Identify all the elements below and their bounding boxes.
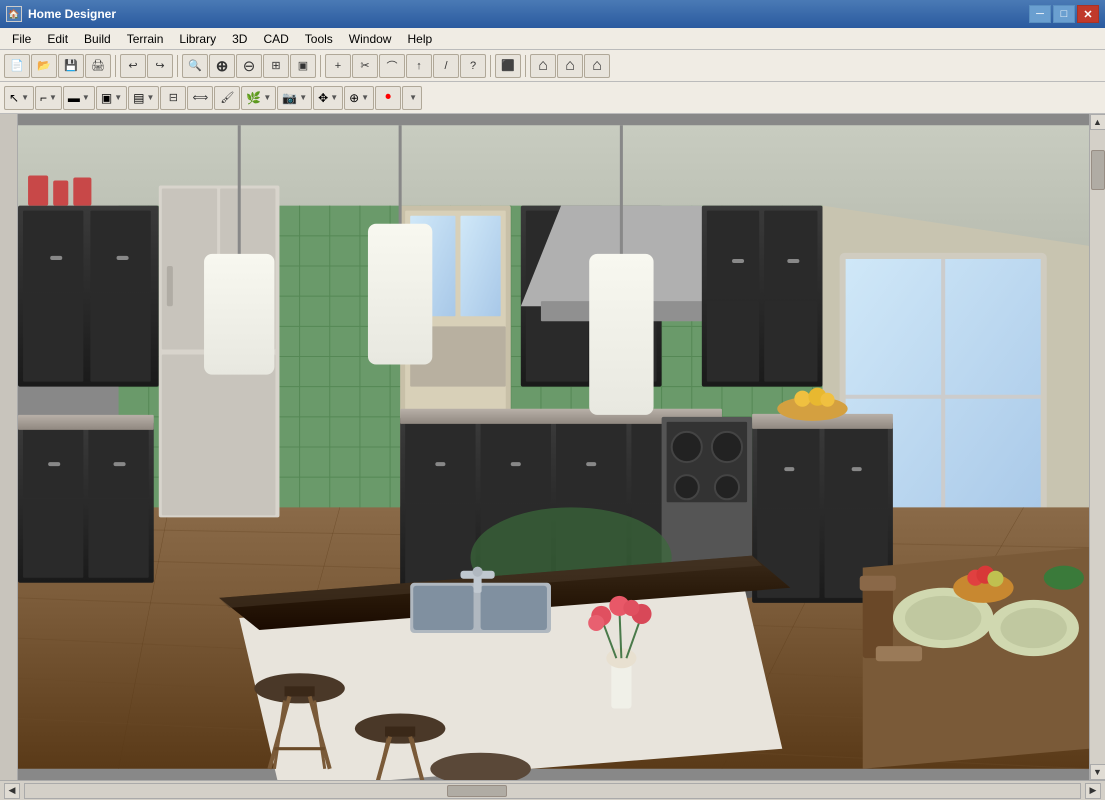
record-dropdown[interactable]: ▼ <box>402 86 422 110</box>
move-dropdown[interactable]: ✥ ▼ <box>313 86 343 110</box>
stair-button[interactable]: ⊟ <box>160 86 186 110</box>
sep3 <box>320 55 321 77</box>
title-bar-controls: ─ □ ✕ <box>1029 5 1099 23</box>
save-button[interactable]: 💾 <box>58 54 84 78</box>
menu-item-tools[interactable]: Tools <box>297 30 341 48</box>
kitchen-view <box>18 114 1089 780</box>
redo-button[interactable]: ↪ <box>147 54 173 78</box>
break-button[interactable]: ✂ <box>352 54 378 78</box>
sep2 <box>177 55 178 77</box>
help-button[interactable]: ? <box>460 54 486 78</box>
import-button[interactable]: ⬛ <box>495 54 521 78</box>
title-bar-left: 🏠 Home Designer <box>6 6 116 22</box>
add-point-button[interactable]: + <box>325 54 351 78</box>
measure-button[interactable]: / <box>433 54 459 78</box>
hscroll-left-button[interactable]: ◀ <box>4 783 20 799</box>
camera-icon: 📷 <box>282 91 297 105</box>
camera-dropdown[interactable]: 📷 ▼ <box>277 86 312 110</box>
zoom-small-button[interactable]: 🔍 <box>182 54 208 78</box>
move-icon: ✥ <box>318 91 328 105</box>
zoom-out-button[interactable]: ⊖ <box>236 54 262 78</box>
select-dropdown[interactable]: ↖ ▼ <box>4 86 34 110</box>
title-bar: 🏠 Home Designer ─ □ ✕ <box>0 0 1105 28</box>
fillet-button[interactable]: ⌒ <box>379 54 405 78</box>
polyline-icon: ⌐ <box>40 91 47 105</box>
plant-arrow: ▼ <box>263 93 271 102</box>
dimension-button[interactable]: ⟺ <box>187 86 213 110</box>
move-arrow: ▼ <box>330 93 338 102</box>
house3-button[interactable]: ⌂ <box>584 54 610 78</box>
scroll-down-button[interactable]: ▼ <box>1090 764 1105 780</box>
select-icon: ↖ <box>9 91 19 105</box>
hscroll-thumb[interactable] <box>447 785 507 797</box>
sep5 <box>525 55 526 77</box>
cabinet-arrow: ▼ <box>146 93 154 102</box>
select-arrow: ▼ <box>21 93 29 102</box>
menu-item-window[interactable]: Window <box>341 30 400 48</box>
new-button[interactable]: 📄 <box>4 54 30 78</box>
door-arrow: ▼ <box>114 93 122 102</box>
left-ruler <box>0 114 18 780</box>
open-button[interactable]: 📂 <box>31 54 57 78</box>
vertical-scrollbar: ▲ ▼ <box>1089 114 1105 780</box>
menu-item-cad[interactable]: CAD <box>255 30 296 48</box>
scroll-up-button[interactable]: ▲ <box>1090 114 1105 130</box>
app-icon: 🏠 <box>6 6 22 22</box>
camera-arrow: ▼ <box>299 93 307 102</box>
close-button[interactable]: ✕ <box>1077 5 1099 23</box>
scroll-thumb[interactable] <box>1091 150 1105 190</box>
record-arrow: ▼ <box>409 93 417 102</box>
toolbar-row2: ↖ ▼ ⌐ ▼ ▬ ▼ ▣ ▼ ▤ ▼ ⊟ ⟺ 🖌 🌿 ▼ 📷 ▼ ✥ ▼ ⊕ … <box>0 82 1105 114</box>
zoom-in-button[interactable]: ⊕ <box>209 54 235 78</box>
sep1 <box>115 55 116 77</box>
polyline-arrow: ▼ <box>49 93 57 102</box>
paint-button[interactable]: 🖌 <box>214 86 240 110</box>
scroll-track[interactable] <box>1090 130 1105 764</box>
wall-dropdown[interactable]: ▬ ▼ <box>63 86 95 110</box>
cabinet-icon: ▤ <box>133 91 144 105</box>
menu-bar: FileEditBuildTerrainLibrary3DCADToolsWin… <box>0 28 1105 50</box>
transform-arrow: ▼ <box>361 93 369 102</box>
cabinet-dropdown[interactable]: ▤ ▼ <box>128 86 159 110</box>
maximize-button[interactable]: □ <box>1053 5 1075 23</box>
door-dropdown[interactable]: ▣ ▼ <box>96 86 127 110</box>
door-icon: ▣ <box>101 91 112 105</box>
menu-item-terrain[interactable]: Terrain <box>119 30 172 48</box>
sep4 <box>490 55 491 77</box>
print-button[interactable]: 🖨 <box>85 54 111 78</box>
arrow-button[interactable]: ↑ <box>406 54 432 78</box>
canvas-area[interactable] <box>18 114 1089 780</box>
fit-view-button[interactable]: ⊞ <box>263 54 289 78</box>
menu-item-3d[interactable]: 3D <box>224 30 255 48</box>
record-button[interactable]: ⏺ <box>375 86 401 110</box>
transform-dropdown[interactable]: ⊕ ▼ <box>344 86 374 110</box>
status-bar: ◀ ▶ <box>0 780 1105 800</box>
menu-item-file[interactable]: File <box>4 30 39 48</box>
plant-icon: 🌿 <box>246 91 261 105</box>
menu-item-build[interactable]: Build <box>76 30 119 48</box>
house1-button[interactable]: ⌂ <box>530 54 556 78</box>
menu-item-help[interactable]: Help <box>399 30 440 48</box>
undo-button[interactable]: ↩ <box>120 54 146 78</box>
wall-arrow: ▼ <box>82 93 90 102</box>
fit-page-button[interactable]: ▣ <box>290 54 316 78</box>
menu-item-library[interactable]: Library <box>171 30 224 48</box>
transform-icon: ⊕ <box>349 91 359 105</box>
app-title: Home Designer <box>28 7 116 21</box>
polyline-dropdown[interactable]: ⌐ ▼ <box>35 86 62 110</box>
main-area: ▲ ▼ <box>0 114 1105 780</box>
minimize-button[interactable]: ─ <box>1029 5 1051 23</box>
hscroll-right-button[interactable]: ▶ <box>1085 783 1101 799</box>
toolbar-row1: 📄 📂 💾 🖨 ↩ ↪ 🔍 ⊕ ⊖ ⊞ ▣ + ✂ ⌒ ↑ / ? ⬛ ⌂ ⌂ … <box>0 50 1105 82</box>
house2-button[interactable]: ⌂ <box>557 54 583 78</box>
horizontal-scrollbar[interactable] <box>24 783 1081 799</box>
menu-item-edit[interactable]: Edit <box>39 30 76 48</box>
wall-icon: ▬ <box>68 91 80 105</box>
plant-dropdown[interactable]: 🌿 ▼ <box>241 86 276 110</box>
